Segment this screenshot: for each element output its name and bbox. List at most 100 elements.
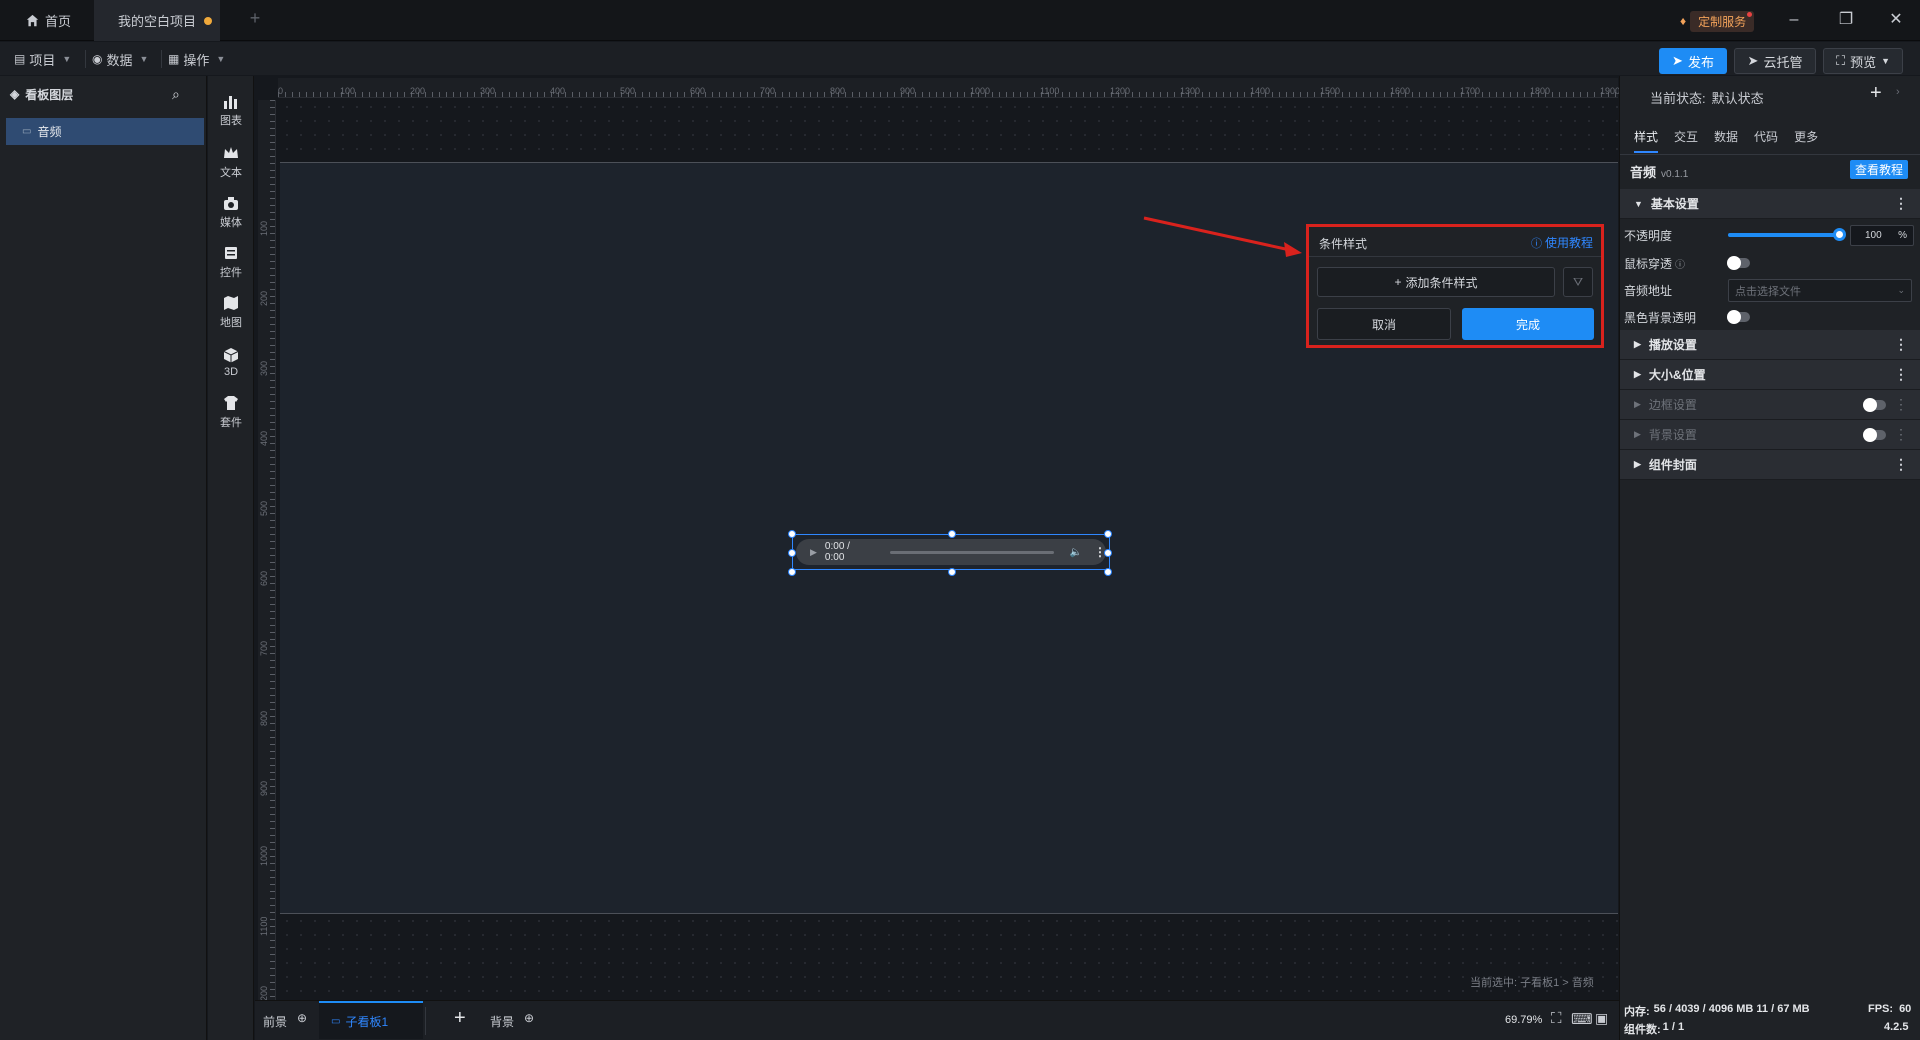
resize-handle[interactable] bbox=[788, 530, 796, 538]
menu-bar: ▤ 项目 ▼ ◉ 数据 ▼ ▦ 操作 ▼ ➤ 发布 ➤ 云托管 ⛶ 预览 ▼ bbox=[0, 42, 1920, 75]
done-button[interactable]: 完成 bbox=[1462, 308, 1594, 340]
help-icon[interactable]: ⓘ bbox=[1675, 256, 1685, 271]
more-vertical-icon[interactable]: ⋮ bbox=[1894, 195, 1908, 212]
close-icon[interactable]: ✕ bbox=[1882, 8, 1910, 32]
ruler-tick-label: 800 bbox=[830, 86, 846, 96]
new-tab-button[interactable]: + bbox=[244, 8, 266, 32]
unsaved-dot bbox=[204, 16, 213, 25]
ruler-tick-label: 400 bbox=[259, 430, 269, 446]
ruler-tick-label: 300 bbox=[480, 86, 496, 96]
tab-home[interactable]: 首页 bbox=[0, 0, 94, 41]
cloud-host-button[interactable]: ➤ 云托管 bbox=[1734, 48, 1816, 74]
section-border[interactable]: ▶ 边框设置 ⋮ bbox=[1620, 390, 1920, 420]
add-circle-icon[interactable]: ⊕ bbox=[524, 1011, 534, 1025]
add-state-button[interactable]: + bbox=[1870, 82, 1882, 105]
tool-chart[interactable]: 图表 bbox=[208, 86, 254, 134]
tool-map-label: 地图 bbox=[220, 317, 242, 329]
audio-progress-track[interactable] bbox=[890, 550, 1054, 554]
resize-handle[interactable] bbox=[1104, 530, 1112, 538]
tab-data[interactable]: 数据 bbox=[1714, 128, 1738, 153]
divider bbox=[425, 1007, 426, 1035]
popup-title: 条件样式 bbox=[1319, 237, 1368, 251]
minimize-icon[interactable]: – bbox=[1780, 8, 1808, 32]
tool-map[interactable]: 地图 bbox=[208, 288, 254, 336]
tool-3d[interactable]: 3D bbox=[208, 338, 254, 386]
more-vertical-icon[interactable]: ⋮ bbox=[1894, 456, 1908, 473]
opacity-row: 不透明度 100 % bbox=[1624, 222, 1920, 248]
audio-url-select[interactable]: 点击选择文件 ⌄ bbox=[1728, 279, 1912, 302]
opacity-slider[interactable] bbox=[1728, 228, 1846, 241]
more-vertical-icon[interactable]: ⋮ bbox=[1894, 366, 1908, 383]
view-tutorial-button[interactable]: 查看教程 bbox=[1850, 160, 1908, 179]
audio-player[interactable]: ▶ 0:00 / 0:00 🔈 ⋮ bbox=[796, 539, 1106, 565]
menu-project[interactable]: ▤ 项目 ▼ bbox=[14, 48, 71, 70]
audio-widget[interactable]: ▶ 0:00 / 0:00 🔈 ⋮ bbox=[788, 530, 1112, 576]
tab-code[interactable]: 代码 bbox=[1754, 128, 1778, 153]
custom-service-button[interactable]: ♦ 定制服务 bbox=[1680, 10, 1755, 32]
resize-handle[interactable] bbox=[788, 568, 796, 576]
tab-background[interactable]: 背景 ⊕ bbox=[490, 1011, 534, 1030]
fit-screen-icon[interactable]: ⛶ bbox=[1551, 1010, 1562, 1027]
section-basic[interactable]: ▼ 基本设置 ⋮ bbox=[1620, 189, 1920, 219]
ruler-tick-label: 1900 bbox=[1600, 86, 1621, 96]
search-icon[interactable]: ⌕ bbox=[172, 86, 180, 103]
tool-3d-label: 3D bbox=[223, 366, 239, 378]
resize-handle[interactable] bbox=[788, 549, 796, 557]
tool-text[interactable]: 文本 bbox=[208, 138, 254, 186]
ruler-tick-label: 1500 bbox=[1320, 86, 1341, 96]
section-size-position[interactable]: ▶ 大小&位置 ⋮ bbox=[1620, 360, 1920, 390]
section-playback[interactable]: ▶ 播放设置 ⋮ bbox=[1620, 330, 1920, 360]
resize-handle[interactable] bbox=[948, 568, 956, 576]
cancel-button[interactable]: 取消 bbox=[1317, 308, 1451, 340]
layer-item-audio[interactable]: ▭ 音频 bbox=[6, 118, 204, 145]
background-toggle[interactable] bbox=[1863, 428, 1886, 442]
publish-button[interactable]: ➤ 发布 bbox=[1659, 48, 1727, 74]
more-vertical-icon[interactable]: ⋮ bbox=[1894, 396, 1908, 413]
tab-subboard[interactable]: ▭ 子看板1 bbox=[319, 1001, 423, 1039]
tool-media[interactable]: 媒体 bbox=[208, 188, 254, 236]
tutorial-link[interactable]: ⓘ 使用教程 bbox=[1531, 234, 1593, 251]
more-vertical-icon[interactable]: ⋮ bbox=[1894, 426, 1908, 443]
black-bg-toggle[interactable] bbox=[1727, 310, 1750, 324]
keyboard-icon[interactable]: ⌨ bbox=[1571, 1010, 1593, 1028]
zoom-level[interactable]: 69.79% bbox=[1505, 1014, 1542, 1026]
tool-chart-label: 图表 bbox=[220, 115, 242, 127]
section-background[interactable]: ▶ 背景设置 ⋮ bbox=[1620, 420, 1920, 450]
more-vertical-icon[interactable]: ⋮ bbox=[1894, 336, 1908, 353]
component-version: v0.1.1 bbox=[1661, 169, 1689, 180]
grid-icon: ▦ bbox=[168, 52, 180, 66]
ruler-tick-label: 100 bbox=[340, 86, 356, 96]
tab-style[interactable]: 样式 bbox=[1634, 128, 1659, 153]
terminal-icon[interactable]: ▣ bbox=[1595, 1010, 1608, 1027]
resize-handle[interactable] bbox=[1104, 568, 1112, 576]
component-name: 音频 bbox=[1630, 165, 1657, 180]
section-size-position-label: 大小&位置 bbox=[1648, 368, 1706, 382]
opacity-unit: % bbox=[1898, 230, 1907, 241]
resize-handle[interactable] bbox=[948, 530, 956, 538]
filter-icon[interactable]: ⛛ bbox=[1563, 267, 1593, 297]
add-board-button[interactable]: + bbox=[454, 1007, 466, 1030]
volume-icon[interactable]: 🔈 bbox=[1070, 547, 1082, 558]
menu-operation[interactable]: ▦ 操作 ▼ bbox=[168, 48, 225, 70]
resize-handle[interactable] bbox=[1104, 549, 1112, 557]
opacity-slider-knob[interactable] bbox=[1833, 228, 1846, 241]
tab-interaction[interactable]: 交互 bbox=[1674, 128, 1698, 153]
tab-more[interactable]: 更多 bbox=[1794, 128, 1818, 153]
tab-foreground[interactable]: 前景 ⊕ bbox=[263, 1011, 307, 1030]
send-icon: ➤ bbox=[1672, 53, 1683, 68]
add-circle-icon[interactable]: ⊕ bbox=[297, 1011, 307, 1025]
preview-button[interactable]: ⛶ 预览 ▼ bbox=[1823, 48, 1903, 74]
chevron-right-icon[interactable]: › bbox=[1896, 86, 1900, 98]
add-condition-style-button[interactable]: + 添加条件样式 bbox=[1317, 267, 1555, 297]
menu-data[interactable]: ◉ 数据 ▼ bbox=[92, 48, 148, 70]
tool-control[interactable]: 控件 bbox=[208, 238, 254, 286]
play-icon[interactable]: ▶ bbox=[810, 547, 817, 558]
mouse-through-toggle[interactable] bbox=[1727, 256, 1750, 270]
restore-icon[interactable]: ❐ bbox=[1832, 8, 1860, 32]
tab-project[interactable]: 我的空白项目 bbox=[94, 0, 220, 41]
opacity-input[interactable]: 100 % bbox=[1850, 225, 1914, 246]
section-cover[interactable]: ▶ 组件封面 ⋮ bbox=[1620, 450, 1920, 480]
border-toggle[interactable] bbox=[1863, 398, 1886, 412]
section-basic-label: 基本设置 bbox=[1650, 197, 1699, 211]
tool-kit[interactable]: 套件 bbox=[208, 388, 254, 436]
